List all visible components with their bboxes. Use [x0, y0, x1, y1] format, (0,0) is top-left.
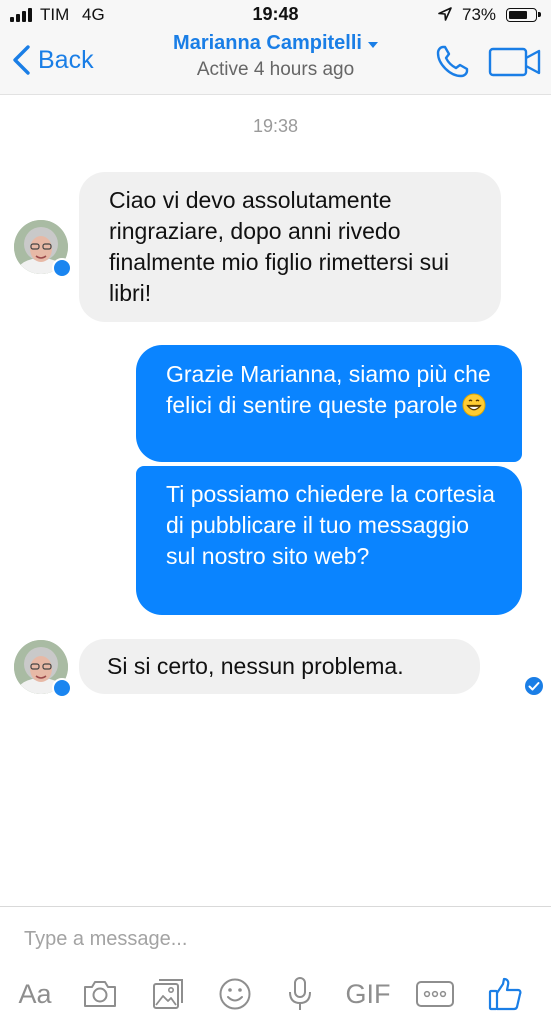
message-text: Si si certo, nessun problema.	[107, 653, 404, 679]
message-text: Grazie Marianna, siamo più che felici di…	[166, 361, 491, 418]
text-format-icon: Aa	[18, 978, 52, 1009]
emoji-button[interactable]	[215, 975, 255, 1013]
thumbs-up-icon	[488, 977, 522, 1011]
contact-name: Marianna Campitelli	[173, 32, 362, 54]
camera-icon	[84, 981, 116, 1007]
video-call-button[interactable]	[488, 46, 542, 78]
call-button[interactable]	[432, 42, 472, 82]
messenger-badge-icon	[52, 258, 72, 278]
message-bubble-outgoing[interactable]: Ti possiamo chiedere la cortesia di pubb…	[136, 466, 522, 615]
caret-down-icon	[367, 41, 378, 48]
more-icon	[416, 981, 454, 1007]
video-camera-icon	[488, 47, 541, 77]
composer: Aa GIF	[0, 906, 551, 1025]
read-receipt-icon	[525, 677, 543, 695]
message-text: Ciao vi devo assolutamente ringraziare, …	[109, 187, 450, 306]
conversation-header: Back Marianna Campitelli Active 4 hours …	[0, 30, 551, 95]
gallery-icon	[153, 979, 183, 1009]
message-bubble-outgoing[interactable]: Grazie Marianna, siamo più che felici di…	[136, 345, 522, 462]
back-label: Back	[38, 45, 94, 74]
back-button[interactable]: Back	[10, 42, 94, 78]
message-input[interactable]	[24, 925, 524, 953]
contact-avatar[interactable]	[14, 640, 72, 698]
messenger-badge-icon	[52, 678, 72, 698]
message-bubble-incoming[interactable]: Ciao vi devo assolutamente ringraziare, …	[79, 172, 501, 322]
contact-info[interactable]: Marianna Campitelli Active 4 hours ago	[120, 32, 431, 81]
contact-status: Active 4 hours ago	[196, 59, 355, 80]
battery-icon	[506, 8, 541, 22]
message-bubble-incoming[interactable]: Si si certo, nessun problema.	[79, 639, 480, 694]
more-options-button[interactable]	[414, 975, 456, 1013]
status-bar: TIM 4G 19:48 73%	[0, 0, 551, 30]
grinning-face-icon	[462, 393, 485, 417]
voice-message-button[interactable]	[282, 975, 318, 1013]
camera-button[interactable]	[80, 975, 120, 1013]
text-format-button[interactable]: Aa	[14, 975, 56, 1013]
gif-button[interactable]: GIF	[344, 975, 392, 1013]
contact-avatar[interactable]	[14, 220, 72, 278]
emoji-icon	[219, 978, 251, 1010]
message-text: Ti possiamo chiedere la cortesia di pubb…	[166, 481, 495, 569]
microphone-icon	[289, 977, 311, 1010]
like-button[interactable]	[484, 975, 526, 1013]
location-arrow-icon	[438, 7, 452, 21]
chevron-left-icon	[13, 45, 30, 75]
battery-percent: 73%	[462, 5, 497, 24]
gallery-button[interactable]	[148, 975, 188, 1013]
message-timestamp: 19:38	[252, 116, 299, 136]
phone-icon	[436, 45, 469, 78]
gif-icon: GIF	[345, 978, 391, 1009]
